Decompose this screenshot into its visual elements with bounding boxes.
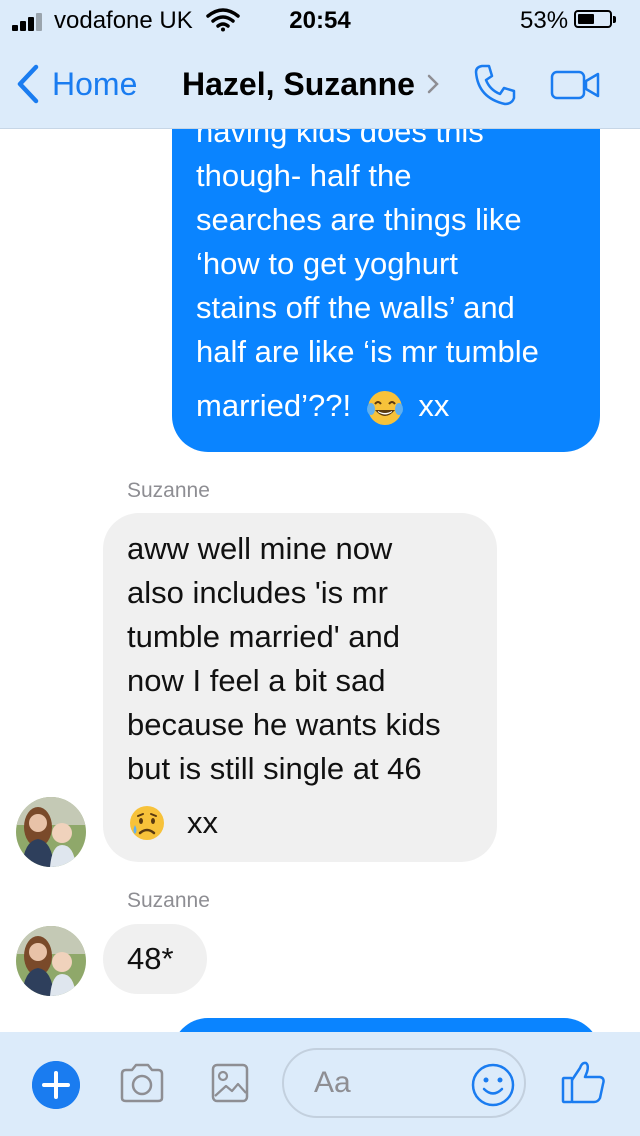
message-line: stains off the walls’ and bbox=[196, 290, 515, 325]
battery-icon bbox=[574, 10, 616, 28]
avatar-photo bbox=[16, 926, 86, 996]
message-line: aww well mine now bbox=[127, 531, 393, 566]
message-text: having kids does this though- half the s… bbox=[196, 129, 576, 428]
back-label: Home bbox=[52, 65, 138, 102]
phone-icon[interactable] bbox=[472, 62, 518, 108]
back-button[interactable]: Home bbox=[16, 62, 137, 106]
status-bar: vodafone UK 20:54 53% bbox=[0, 0, 640, 40]
avatar[interactable] bbox=[16, 926, 86, 996]
message-suffix: xx bbox=[418, 388, 450, 423]
message-line: searches are things like bbox=[196, 202, 522, 237]
message-line: because he wants kids bbox=[127, 707, 441, 742]
message-line: also includes 'is mr bbox=[127, 575, 388, 610]
conversation-title: Hazel, Suzanne bbox=[182, 65, 415, 102]
video-camera-icon[interactable] bbox=[550, 70, 602, 100]
laughing-tears-emoji-icon bbox=[366, 390, 403, 425]
message-line: tumble married' and bbox=[127, 619, 400, 654]
message-line: now I feel a bit sad bbox=[127, 663, 386, 698]
battery-percent: 53% bbox=[520, 7, 569, 34]
message-line: married’??! bbox=[196, 388, 352, 423]
smiley-icon[interactable] bbox=[470, 1062, 516, 1108]
message-text: aww well mine now also includes 'is mr t… bbox=[127, 527, 487, 845]
message-line: ‘how to get yoghurt bbox=[196, 246, 458, 281]
message-bubble-outgoing[interactable] bbox=[172, 1018, 600, 1032]
message-line: having kids does this bbox=[196, 129, 484, 149]
thumbs-up-icon[interactable] bbox=[560, 1058, 608, 1106]
chevron-left-icon bbox=[17, 64, 39, 104]
message-bubble-incoming[interactable]: 48* bbox=[103, 924, 207, 994]
message-last-line: married’??! xx bbox=[196, 384, 576, 428]
avatar[interactable] bbox=[16, 797, 86, 867]
message-text: 48* bbox=[127, 941, 174, 976]
message-list[interactable]: having kids does this though- half the s… bbox=[0, 129, 640, 1032]
chevron-right-icon bbox=[427, 74, 439, 94]
message-line: half are like ‘is mr tumble bbox=[196, 334, 539, 369]
message-line: but is still single at 46 bbox=[127, 751, 422, 786]
crying-face-emoji-icon bbox=[130, 806, 164, 840]
image-icon[interactable] bbox=[210, 1062, 250, 1104]
message-input-placeholder: Aa bbox=[314, 1066, 351, 1099]
camera-icon[interactable] bbox=[118, 1062, 166, 1104]
avatar-photo bbox=[16, 797, 86, 867]
message-line: though- half the bbox=[196, 158, 412, 193]
message-bubble-outgoing[interactable]: having kids does this though- half the s… bbox=[172, 129, 600, 452]
message-last-line: xx bbox=[127, 801, 487, 845]
conversation-header: Home Hazel, Suzanne bbox=[0, 40, 640, 129]
battery-fill bbox=[578, 14, 594, 24]
conversation-title-button[interactable]: Hazel, Suzanne bbox=[182, 62, 439, 106]
sender-name: Suzanne bbox=[127, 889, 210, 912]
sender-name: Suzanne bbox=[127, 479, 210, 502]
message-bubble-incoming[interactable]: aww well mine now also includes 'is mr t… bbox=[103, 513, 497, 862]
message-suffix: xx bbox=[187, 805, 218, 840]
plus-icon[interactable] bbox=[32, 1061, 80, 1109]
